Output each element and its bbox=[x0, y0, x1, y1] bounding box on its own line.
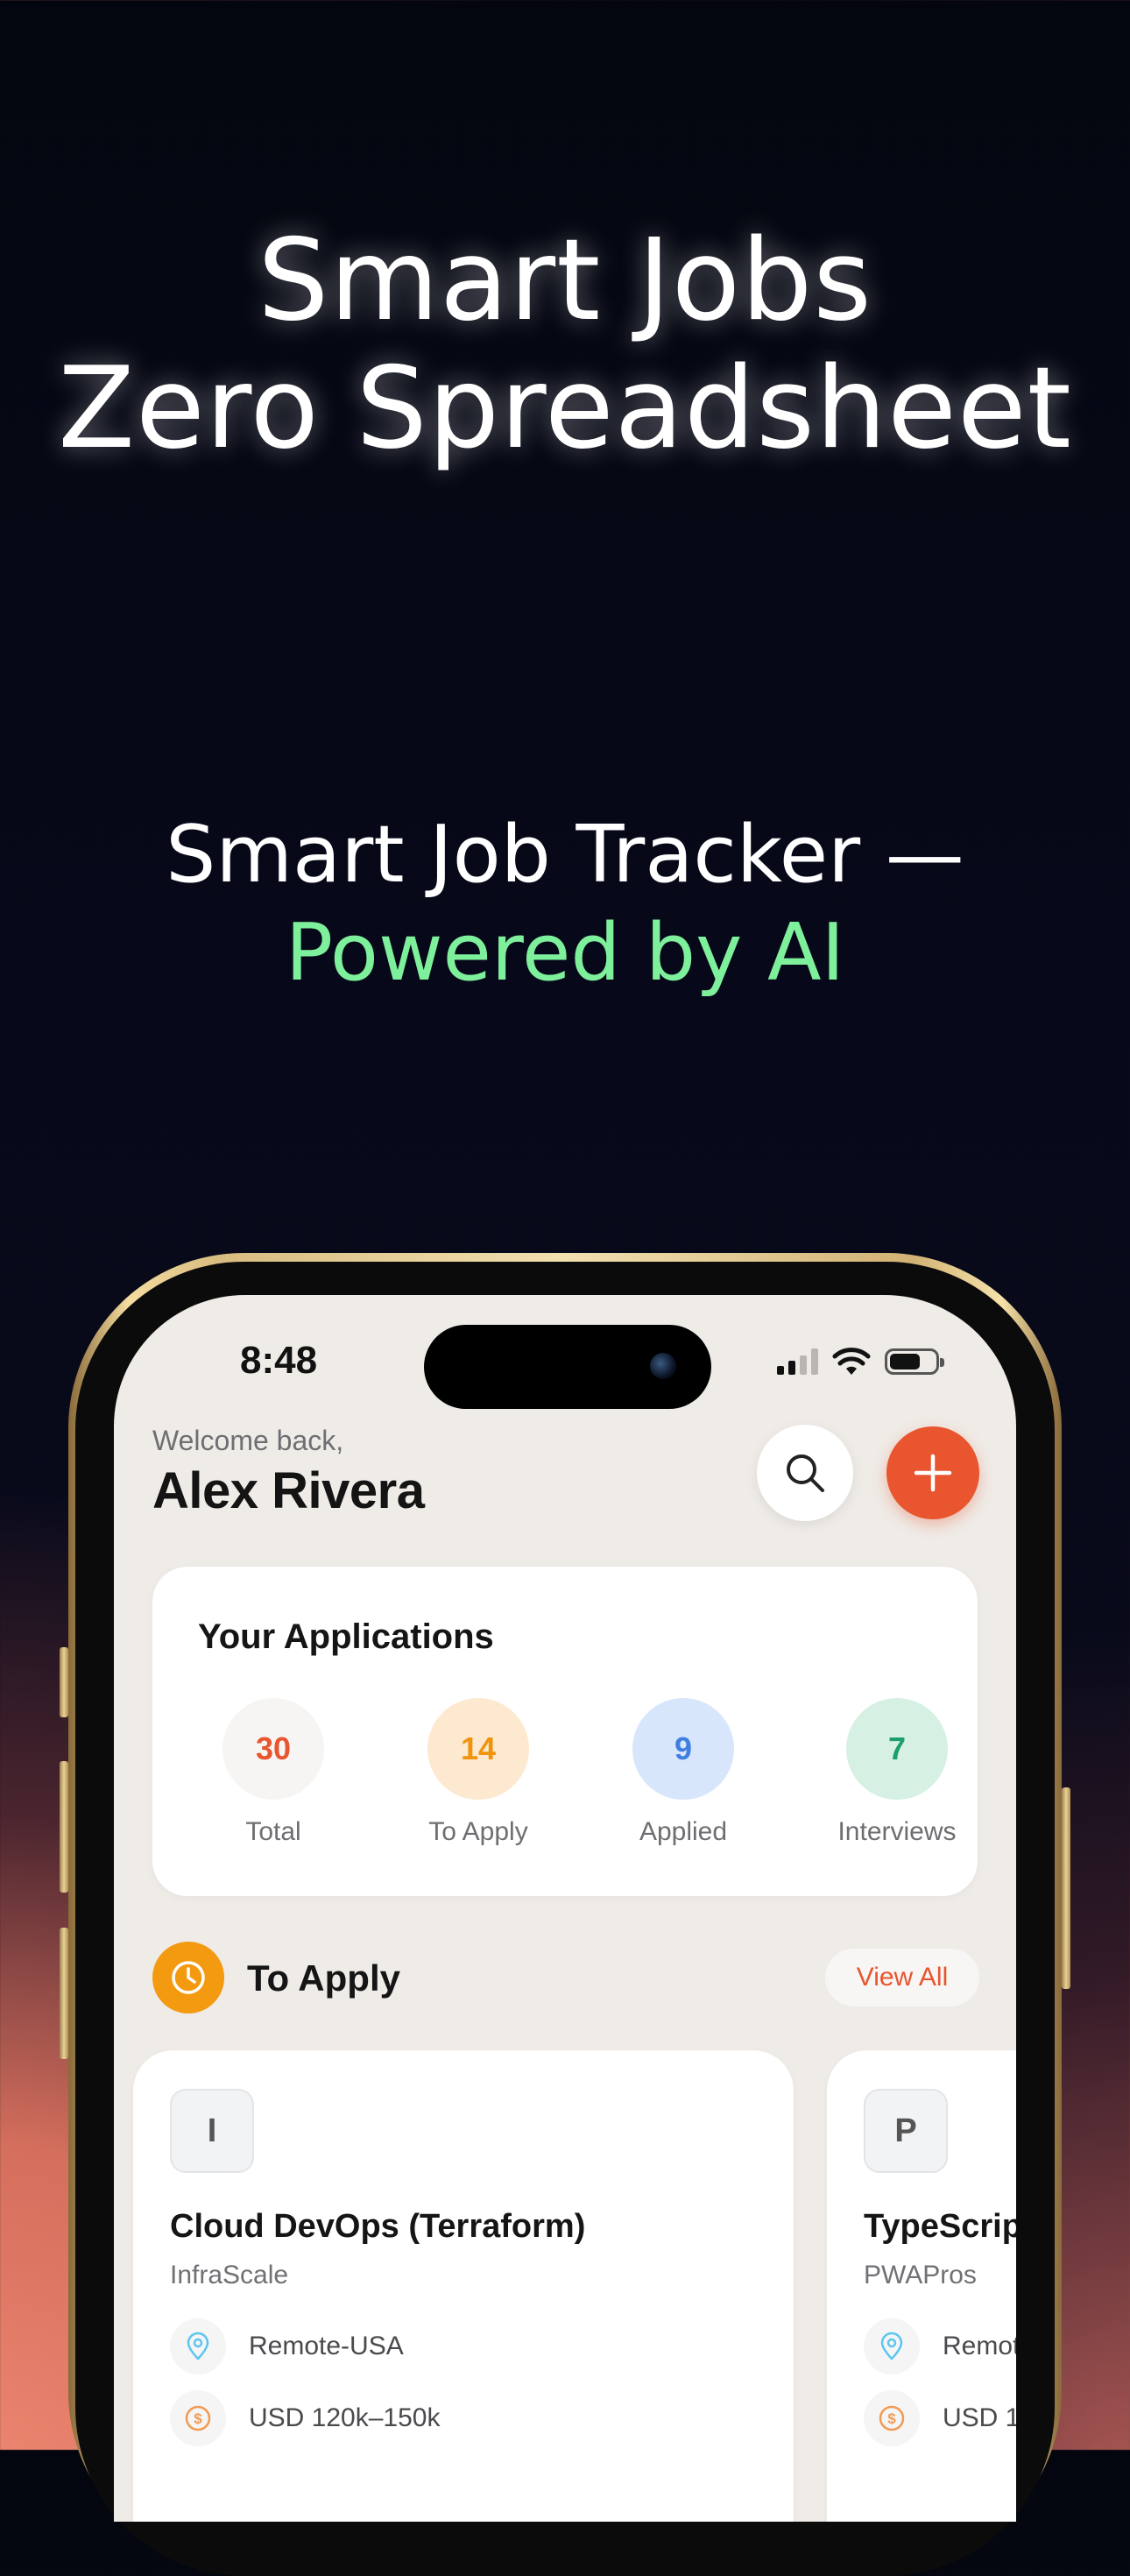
hero-line-1: Smart Jobs bbox=[258, 216, 872, 346]
salary-text: USD 1 bbox=[943, 2403, 1016, 2432]
stat-value: 9 bbox=[632, 1698, 734, 1800]
stat-interviews[interactable]: 7 Interviews bbox=[818, 1698, 976, 1847]
stat-value: 14 bbox=[427, 1698, 529, 1800]
stat-label: Applied bbox=[639, 1817, 728, 1846]
app-screen: 8:48 Welcome back, Alex Rivera Your Appl… bbox=[114, 1295, 1016, 2522]
card-title: Your Applications bbox=[198, 1617, 494, 1656]
stat-label: Interviews bbox=[837, 1817, 957, 1846]
wifi-icon bbox=[832, 1348, 871, 1375]
job-salary: $ USD 1 bbox=[864, 2390, 1016, 2446]
job-salary: $ USD 120k–150k bbox=[170, 2390, 440, 2446]
location-pin-icon bbox=[170, 2318, 226, 2374]
section-title: To Apply bbox=[247, 1957, 400, 1999]
search-icon bbox=[787, 1454, 824, 1492]
phone-mute-switch bbox=[60, 1647, 68, 1717]
location-pin-icon bbox=[864, 2318, 920, 2374]
status-icons bbox=[777, 1346, 944, 1377]
camera-icon bbox=[650, 1353, 676, 1379]
stat-value: 7 bbox=[846, 1698, 948, 1800]
dollar-icon: $ bbox=[864, 2390, 920, 2446]
dollar-icon: $ bbox=[170, 2390, 226, 2446]
plus-icon bbox=[914, 1454, 952, 1492]
applications-summary-card: Your Applications 30 Total 14 To Apply 9… bbox=[152, 1567, 978, 1896]
stat-label: Total bbox=[245, 1817, 301, 1846]
section-icon bbox=[152, 1942, 224, 2013]
job-card[interactable]: I Cloud DevOps (Terraform) InfraScale Re… bbox=[133, 2050, 794, 2522]
stat-applied[interactable]: 9 Applied bbox=[604, 1698, 762, 1847]
job-card[interactable]: P TypeScrip PWAPros Remot $ USD 1 bbox=[827, 2050, 1016, 2522]
hero-line-2: Zero Spreadsheet bbox=[58, 343, 1072, 474]
svg-text:$: $ bbox=[887, 2410, 896, 2427]
location-text: Remot bbox=[943, 2332, 1016, 2360]
search-button[interactable] bbox=[757, 1425, 853, 1521]
company-name: InfraScale bbox=[170, 2261, 289, 2289]
battery-icon bbox=[885, 1348, 944, 1375]
company-logo: P bbox=[864, 2089, 948, 2173]
job-location: Remot bbox=[864, 2318, 1016, 2374]
company-name: PWAPros bbox=[864, 2261, 977, 2289]
location-text: Remote-USA bbox=[249, 2332, 404, 2360]
svg-text:$: $ bbox=[194, 2410, 202, 2427]
phone-volume-up bbox=[60, 1761, 68, 1893]
stat-to-apply[interactable]: 14 To Apply bbox=[399, 1698, 557, 1847]
hero-headline: Smart Jobs Zero Spreadsheet bbox=[0, 217, 1130, 473]
hero-tagline: Smart Job Tracker — Powered by AI bbox=[0, 806, 1130, 1002]
view-all-button[interactable]: View All bbox=[825, 1949, 979, 2006]
tagline-accent: Powered by AI bbox=[285, 907, 845, 999]
add-job-button[interactable] bbox=[886, 1426, 979, 1519]
clock-icon bbox=[172, 1961, 205, 1994]
stat-value: 30 bbox=[222, 1698, 324, 1800]
phone-power-button bbox=[1062, 1787, 1070, 1989]
job-title: TypeScrip bbox=[864, 2208, 1016, 2245]
tagline-text: Smart Job Tracker — bbox=[166, 809, 964, 901]
job-title: Cloud DevOps (Terraform) bbox=[170, 2208, 586, 2245]
user-name: Alex Rivera bbox=[152, 1462, 425, 1519]
job-location: Remote-USA bbox=[170, 2318, 404, 2374]
stat-total[interactable]: 30 Total bbox=[194, 1698, 352, 1847]
company-logo: I bbox=[170, 2089, 254, 2173]
signal-icon bbox=[777, 1348, 818, 1375]
phone-volume-down bbox=[60, 1928, 68, 2059]
status-time: 8:48 bbox=[240, 1339, 318, 1382]
salary-text: USD 120k–150k bbox=[249, 2403, 441, 2432]
dynamic-island bbox=[424, 1325, 711, 1409]
stat-label: To Apply bbox=[428, 1817, 528, 1846]
welcome-text: Welcome back, bbox=[152, 1425, 344, 1456]
